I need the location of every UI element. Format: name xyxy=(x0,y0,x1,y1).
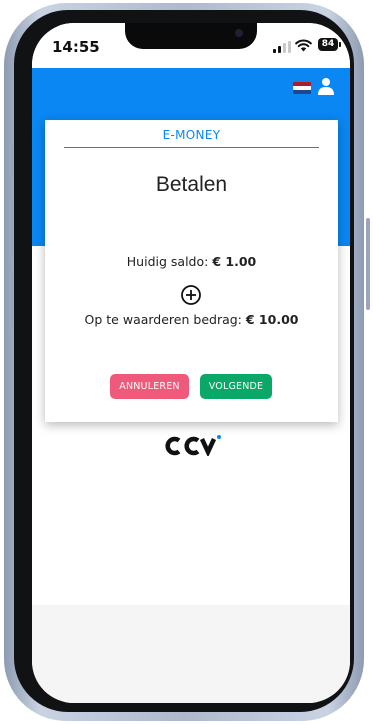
silent-switch xyxy=(9,145,13,175)
camera-icon xyxy=(235,29,243,37)
status-time: 14:55 xyxy=(52,38,100,56)
balance-value: € 1.00 xyxy=(212,254,257,269)
balance-label: Huidig saldo: xyxy=(126,254,209,269)
next-button[interactable]: VOLGENDE xyxy=(200,374,272,399)
amount-value: € 10.00 xyxy=(245,312,299,327)
signal-icon xyxy=(273,41,291,53)
volume-up-button xyxy=(9,200,13,258)
current-balance: Huidig saldo: € 1.00 xyxy=(45,254,338,269)
volume-down-button xyxy=(9,272,13,330)
power-button xyxy=(366,218,370,310)
battery-tip xyxy=(339,42,341,47)
amount-label: Op te waarderen bedrag: xyxy=(84,312,242,327)
topup-amount: Op te waarderen bedrag: € 10.00 xyxy=(45,312,338,327)
wifi-icon xyxy=(295,39,312,52)
cancel-button[interactable]: ANNULEREN xyxy=(110,374,189,399)
netherlands-flag-icon[interactable] xyxy=(293,82,311,94)
status-bar: 14:55 84 xyxy=(32,23,350,68)
notch xyxy=(125,23,257,49)
ccv-logo xyxy=(165,435,221,456)
page-title: Betalen xyxy=(155,173,228,196)
bottom-area xyxy=(32,605,350,703)
plus-circle-icon[interactable] xyxy=(180,284,202,306)
user-icon[interactable] xyxy=(318,77,334,95)
section-label: E-MONEY xyxy=(64,127,319,148)
battery-indicator: 84 xyxy=(318,38,338,51)
payment-card: E-MONEY Betalen Huidig saldo: € 1.00 Op … xyxy=(45,120,338,422)
phone-screen: 14:55 84 E-MONEY Betalen Huidig saldo: €… xyxy=(32,23,350,703)
